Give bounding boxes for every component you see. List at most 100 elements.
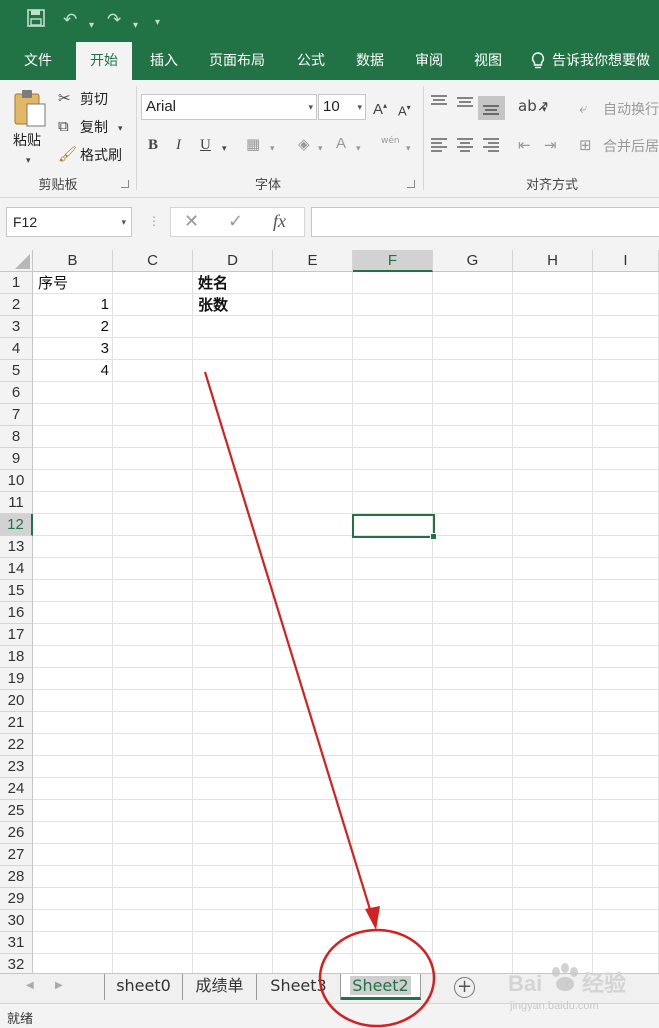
tab-insert[interactable]: 插入 — [136, 42, 192, 80]
paste-button[interactable]: 粘贴 ▾ — [10, 86, 50, 166]
row-header-15[interactable]: 15 — [0, 580, 33, 602]
cell-b2[interactable]: 1 — [33, 294, 113, 316]
row-header-3[interactable]: 3 — [0, 316, 33, 338]
bold-button[interactable]: B — [148, 136, 158, 154]
undo-dropdown-icon[interactable]: ▾ — [89, 15, 94, 37]
row-header-17[interactable]: 17 — [0, 624, 33, 646]
row-header-24[interactable]: 24 — [0, 778, 33, 800]
undo-icon[interactable]: ↶ — [63, 9, 77, 31]
row-header-16[interactable]: 16 — [0, 602, 33, 624]
align-center-icon[interactable] — [456, 137, 474, 153]
column-header-c[interactable]: C — [113, 250, 193, 272]
row-header-11[interactable]: 11 — [0, 492, 33, 514]
row-header-26[interactable]: 26 — [0, 822, 33, 844]
tab-file[interactable]: 文件 — [10, 42, 66, 80]
border-icon[interactable]: ▦ — [246, 135, 260, 153]
tab-view[interactable]: 视图 — [462, 42, 514, 80]
row-header-27[interactable]: 27 — [0, 844, 33, 866]
sheet-tab-sheet2[interactable]: Sheet2 — [341, 974, 421, 1000]
row-header-14[interactable]: 14 — [0, 558, 33, 580]
column-header-d[interactable]: D — [193, 250, 273, 272]
fill-color-icon[interactable]: ◈ — [298, 135, 310, 153]
formula-input[interactable] — [311, 207, 659, 237]
row-header-31[interactable]: 31 — [0, 932, 33, 954]
sheet-tab-sheet3[interactable]: Sheet3 — [257, 974, 341, 1000]
underline-button[interactable]: U — [200, 136, 211, 154]
name-box[interactable]: F12 ▾ — [6, 207, 132, 237]
row-header-9[interactable]: 9 — [0, 448, 33, 470]
row-header-13[interactable]: 13 — [0, 536, 33, 558]
paste-dropdown-icon[interactable]: ▾ — [26, 152, 31, 170]
row-header-22[interactable]: 22 — [0, 734, 33, 756]
cell-d2[interactable]: 张数 — [198, 294, 228, 316]
customize-qat-icon[interactable]: ▾ — [155, 12, 160, 34]
active-cell-f12[interactable] — [352, 514, 437, 540]
row-header-8[interactable]: 8 — [0, 426, 33, 448]
wrap-text-button[interactable]: 自动换行 — [603, 99, 659, 119]
merge-center-button[interactable]: 合并后居 — [603, 136, 659, 156]
row-header-29[interactable]: 29 — [0, 888, 33, 910]
row-header-32[interactable]: 32 — [0, 954, 33, 973]
italic-button[interactable]: I — [176, 136, 181, 154]
add-sheet-icon[interactable]: + — [454, 977, 475, 998]
insert-function-icon[interactable]: fx — [273, 211, 286, 232]
column-header-f[interactable]: F — [353, 250, 433, 272]
copy-button[interactable]: 复制 — [80, 117, 108, 137]
increase-indent-icon[interactable]: ⇥ — [544, 136, 557, 154]
row-header-5[interactable]: 5 — [0, 360, 33, 382]
row-header-2[interactable]: 2 — [0, 294, 33, 316]
more-options-icon[interactable]: ⋮ — [148, 214, 160, 228]
align-middle-icon[interactable] — [456, 94, 474, 110]
font-launcher-icon[interactable] — [407, 180, 415, 188]
save-icon[interactable] — [27, 9, 45, 33]
row-header-21[interactable]: 21 — [0, 712, 33, 734]
increase-font-size-icon[interactable]: A▴ — [373, 97, 387, 119]
border-dropdown-icon[interactable]: ▾ — [270, 140, 275, 158]
align-left-icon[interactable] — [430, 137, 448, 153]
row-header-23[interactable]: 23 — [0, 756, 33, 778]
underline-dropdown-icon[interactable]: ▾ — [222, 140, 227, 158]
cell-b3[interactable]: 2 — [33, 316, 113, 338]
tab-home[interactable]: 开始 — [76, 42, 132, 80]
prev-sheet-icon[interactable]: ◀ — [26, 980, 34, 991]
format-painter-button[interactable]: 格式刷 — [80, 145, 122, 165]
tell-me-search[interactable]: 告诉我你想要做 — [552, 42, 659, 80]
column-header-h[interactable]: H — [513, 250, 593, 272]
tab-page-layout[interactable]: 页面布局 — [199, 42, 275, 80]
row-header-4[interactable]: 4 — [0, 338, 33, 360]
column-header-b[interactable]: B — [33, 250, 113, 272]
cancel-icon[interactable]: ✕ — [184, 211, 199, 232]
column-header-g[interactable]: G — [433, 250, 513, 272]
font-color-icon[interactable]: A — [336, 135, 346, 153]
clipboard-launcher-icon[interactable] — [121, 180, 129, 188]
decrease-font-size-icon[interactable]: A▾ — [398, 99, 411, 120]
font-size-select[interactable]: 10 ▾ — [318, 94, 366, 120]
tab-data[interactable]: 数据 — [344, 42, 396, 80]
row-header-7[interactable]: 7 — [0, 404, 33, 426]
row-header-10[interactable]: 10 — [0, 470, 33, 492]
sheet-tab-grades[interactable]: 成绩单 — [183, 974, 257, 1000]
cell-d1[interactable]: 姓名 — [198, 272, 228, 294]
row-header-19[interactable]: 19 — [0, 668, 33, 690]
align-top-icon[interactable] — [430, 94, 448, 110]
cell-b5[interactable]: 4 — [33, 360, 113, 382]
decrease-indent-icon[interactable]: ⇤ — [518, 136, 531, 154]
row-header-1[interactable]: 1 — [0, 272, 33, 294]
align-right-icon[interactable] — [482, 137, 500, 153]
redo-dropdown-icon[interactable]: ▾ — [133, 15, 138, 37]
cell-b1[interactable]: 序号 — [38, 272, 68, 294]
column-header-e[interactable]: E — [273, 250, 353, 272]
cut-button[interactable]: 剪切 — [80, 89, 108, 109]
redo-icon[interactable]: ↷ — [107, 9, 121, 31]
row-header-12[interactable]: 12 — [0, 514, 33, 536]
row-header-28[interactable]: 28 — [0, 866, 33, 888]
row-header-20[interactable]: 20 — [0, 690, 33, 712]
phonetic-icon[interactable]: wén — [381, 132, 400, 150]
row-header-30[interactable]: 30 — [0, 910, 33, 932]
fill-color-dropdown-icon[interactable]: ▾ — [318, 140, 323, 158]
tab-review[interactable]: 审阅 — [403, 42, 455, 80]
cell-b4[interactable]: 3 — [33, 338, 113, 360]
tab-formulas[interactable]: 公式 — [285, 42, 337, 80]
font-name-select[interactable]: Arial ▾ — [141, 94, 317, 120]
column-header-i[interactable]: I — [593, 250, 659, 272]
